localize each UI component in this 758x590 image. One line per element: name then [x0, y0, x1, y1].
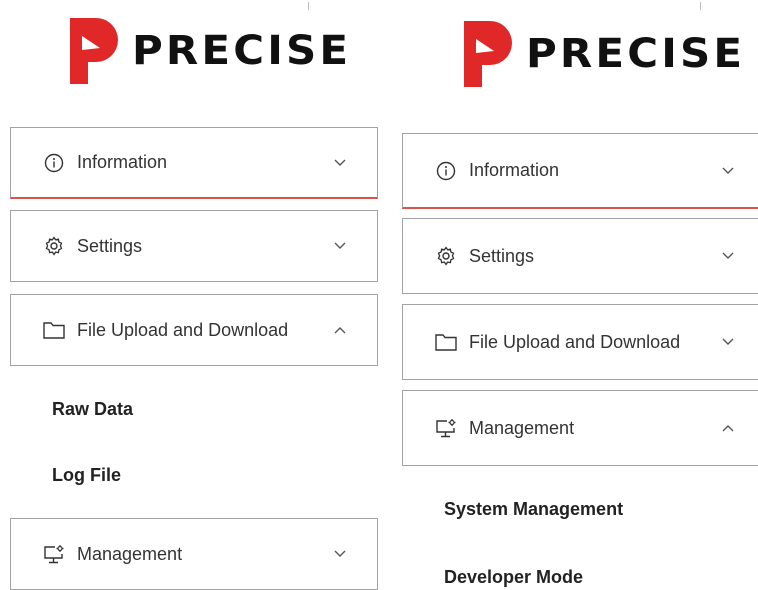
submenu-item-system-management[interactable]: System Management: [444, 499, 623, 520]
menu-item-management[interactable]: Management: [10, 518, 378, 590]
chevron-down-icon[interactable]: [721, 249, 735, 263]
menu-item-settings[interactable]: Settings: [402, 218, 758, 294]
monitor-gear-icon: [435, 417, 457, 439]
chevron-down-icon[interactable]: [721, 164, 735, 178]
folder-icon: [43, 319, 65, 341]
menu-item-file-upload[interactable]: File Upload and Download: [402, 304, 758, 380]
submenu-item-log-file[interactable]: Log File: [52, 465, 121, 486]
menu-item-information[interactable]: Information: [402, 133, 758, 209]
chevron-down-icon[interactable]: [333, 547, 347, 561]
menu-item-label: Management: [469, 417, 575, 438]
chevron-down-icon[interactable]: [721, 335, 735, 349]
chevron-down-icon[interactable]: [333, 239, 347, 253]
logo-mark-icon: [464, 21, 512, 87]
menu-item-label: Management: [77, 543, 183, 564]
gear-icon: [43, 235, 65, 257]
monitor-gear-icon: [43, 543, 65, 565]
brand-logo: PRECISE: [70, 18, 348, 84]
brand-name: PRECISE: [526, 31, 746, 77]
right-panel: PRECISE Information Settings File Upload…: [392, 0, 758, 590]
submenu-item-developer-mode[interactable]: Developer Mode: [444, 567, 583, 588]
menu-item-label: Information: [469, 160, 560, 180]
divider-tick: [700, 2, 701, 10]
chevron-up-icon[interactable]: [333, 323, 347, 337]
brand-name: PRECISE: [132, 28, 352, 74]
menu-item-information[interactable]: Information: [10, 127, 378, 199]
logo-mark-icon: [70, 18, 118, 84]
chevron-down-icon[interactable]: [333, 156, 347, 170]
menu-item-label: File Upload and Download: [469, 331, 681, 352]
left-panel: PRECISE Information Settings File Upload…: [0, 0, 392, 590]
menu-item-file-upload[interactable]: File Upload and Download: [10, 294, 378, 366]
menu-item-label: Settings: [469, 245, 535, 266]
gear-icon: [435, 245, 457, 267]
submenu-item-raw-data[interactable]: Raw Data: [52, 399, 133, 420]
info-icon: [43, 152, 65, 174]
brand-logo: PRECISE: [464, 20, 742, 88]
menu-item-management[interactable]: Management: [402, 390, 758, 466]
menu-item-label: Information: [77, 152, 168, 172]
menu-item-settings[interactable]: Settings: [10, 210, 378, 282]
menu-item-label: File Upload and Download: [77, 319, 289, 340]
divider-tick: [308, 2, 309, 10]
chevron-up-icon[interactable]: [721, 421, 735, 435]
info-icon: [435, 160, 457, 182]
folder-icon: [435, 331, 457, 353]
menu-item-label: Settings: [77, 235, 143, 256]
